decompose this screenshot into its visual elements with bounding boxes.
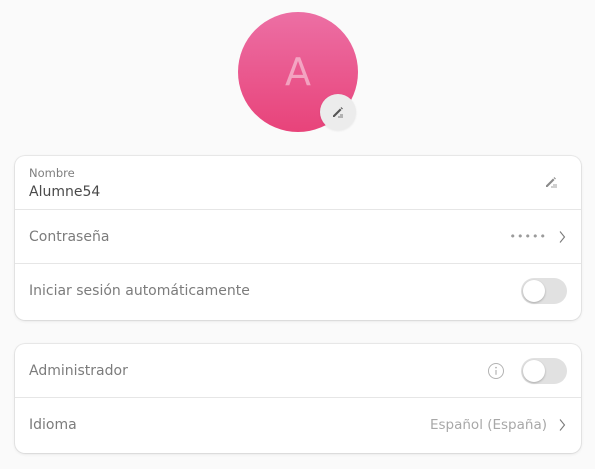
user-account-page: A Nombre Alumne54 Contraseña ••••• Inici… [0,0,595,469]
chevron-right-icon [559,230,566,243]
admin-row: Administrador [15,344,581,398]
language-value-group: Español (España) [430,417,567,433]
account-card: Nombre Alumne54 Contraseña ••••• Iniciar… [15,156,581,320]
avatar-edit-button[interactable] [320,94,356,130]
autologin-toggle[interactable] [521,278,567,304]
password-row[interactable]: Contraseña ••••• [15,210,581,264]
name-value[interactable]: Alumne54 [29,183,100,201]
language-value: Español (España) [429,417,547,433]
password-mask: ••••• [509,230,547,243]
avatar-initial: A [285,50,311,94]
admin-label: Administrador [29,362,128,379]
toggle-knob [523,280,545,302]
autologin-label: Iniciar sesión automáticamente [29,283,250,299]
admin-controls [487,357,567,384]
language-row[interactable]: Idioma Español (España) [15,398,581,452]
language-label: Idioma [29,417,77,433]
password-value: ••••• [510,230,567,244]
info-icon[interactable] [487,362,505,380]
name-caption: Nombre [29,166,75,180]
admin-toggle[interactable] [521,357,567,384]
pencil-icon [333,107,343,118]
avatar-container: A [238,12,358,132]
chevron-right-icon [559,419,566,431]
toggle-knob [523,359,545,382]
pencil-icon[interactable] [543,174,559,190]
autologin-controls [521,278,567,304]
password-label: Contraseña [29,228,110,245]
name-row[interactable]: Nombre Alumne54 [15,156,581,210]
autologin-row: Iniciar sesión automáticamente [15,264,581,318]
permissions-card: Administrador Idioma Español (España) [15,344,581,453]
